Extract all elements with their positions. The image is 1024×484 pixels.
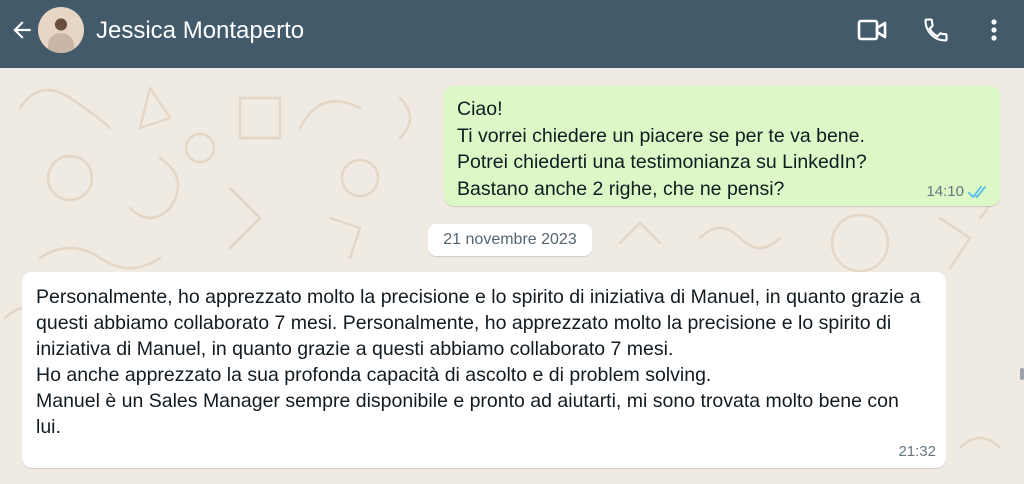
message-text: Ciao! Ti vorrei chiedere un piacere se p… <box>457 98 867 200</box>
message-time: 21:32 <box>898 443 936 460</box>
outgoing-message-bubble[interactable]: Ciao! Ti vorrei chiedere un piacere se p… <box>444 86 1000 206</box>
more-vertical-icon <box>991 19 997 41</box>
voice-call-button[interactable] <box>918 12 954 48</box>
chat-area[interactable]: Ciao! Ti vorrei chiedere un piacere se p… <box>0 68 1024 484</box>
more-options-button[interactable] <box>976 12 1012 48</box>
video-camera-icon <box>857 19 887 41</box>
double-check-read-icon <box>968 185 986 198</box>
scrollbar-thumb[interactable] <box>1020 368 1024 380</box>
arrow-left-icon <box>13 21 31 39</box>
avatar[interactable] <box>38 7 84 53</box>
message-time: 14:10 <box>926 183 964 200</box>
chat-header: Jessica Montaperto <box>0 0 1024 68</box>
phone-icon <box>924 18 948 42</box>
video-call-button[interactable] <box>854 12 890 48</box>
incoming-message-bubble[interactable]: Personalmente, ho apprezzato molto la pr… <box>22 272 946 468</box>
message-meta: 21:32 <box>898 443 936 461</box>
date-separator: 21 novembre 2023 <box>428 224 592 256</box>
message-text: Personalmente, ho apprezzato molto la pr… <box>36 286 921 438</box>
message-meta: 14:10 <box>926 183 990 200</box>
back-button[interactable] <box>6 12 38 48</box>
contact-name[interactable]: Jessica Montaperto <box>96 17 304 45</box>
